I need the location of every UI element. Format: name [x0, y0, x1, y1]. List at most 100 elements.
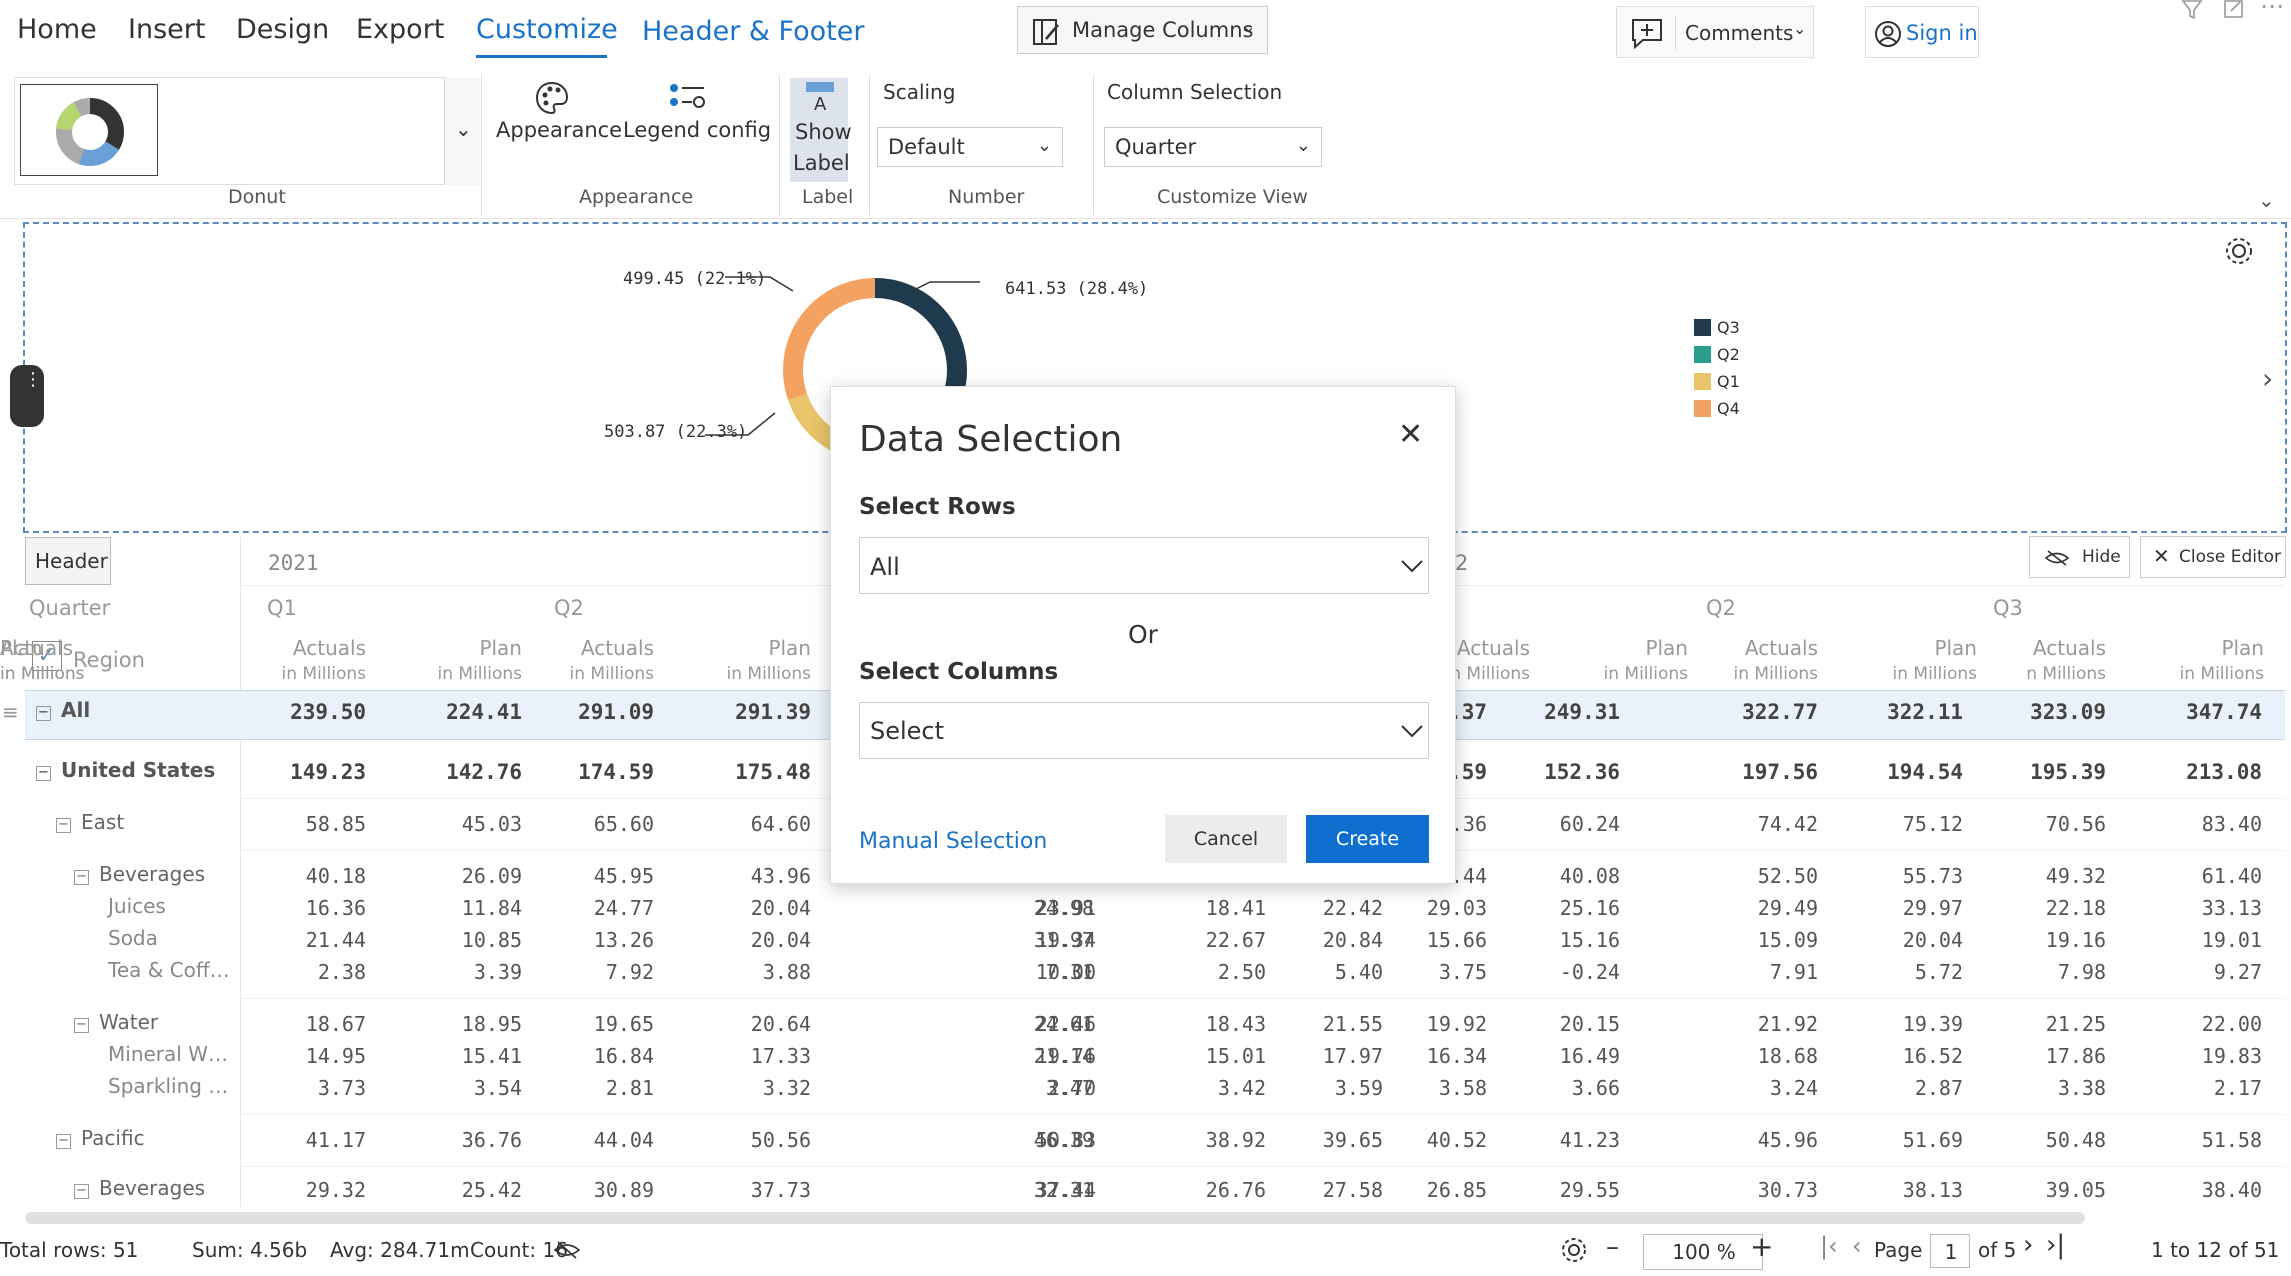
quarter-header-q1: Q1 — [267, 596, 297, 620]
tab-insert[interactable]: Insert — [128, 14, 205, 45]
legend-item-q2[interactable]: Q2 — [1694, 345, 1740, 364]
customize-view-group-label: Customize View — [1157, 186, 1308, 208]
legend-item-q4[interactable]: Q4 — [1694, 399, 1740, 418]
average: Avg: 284.71m — [330, 1238, 470, 1262]
chart-settings-gear-icon[interactable] — [2222, 234, 2256, 268]
scaling-title: Scaling — [883, 80, 956, 104]
sign-in-button[interactable]: Sign in — [1865, 6, 1979, 58]
row-divider — [240, 1166, 2285, 1167]
gallery-expand-button[interactable]: ⌄ — [444, 77, 480, 185]
zoom-in-button[interactable]: + — [1750, 1230, 1773, 1263]
legend-label: Q1 — [1717, 372, 1740, 391]
ribbon-separator — [1093, 75, 1094, 215]
grid-cell[interactable]: 33.13 — [0, 896, 2262, 920]
ribbon-bottom-border — [0, 218, 2291, 219]
grid-cell[interactable]: 19.83 — [0, 1044, 2262, 1068]
legend-swatch — [1694, 346, 1711, 363]
tab-export[interactable]: Export — [356, 14, 444, 45]
sign-in-label: Sign in — [1906, 21, 1978, 45]
select-rows-dropdown[interactable]: All — [859, 537, 1429, 594]
grid-cell[interactable]: 51.58 — [0, 1128, 2262, 1152]
legend-swatch — [1694, 373, 1711, 390]
palette-icon — [535, 81, 569, 115]
next-page-icon[interactable]: › — [2023, 1230, 2033, 1260]
dialog-close-icon[interactable]: ✕ — [1398, 417, 1423, 452]
select-columns-dropdown[interactable]: Select — [859, 702, 1429, 759]
svg-text:A: A — [814, 94, 827, 114]
sum: Sum: 4.56b — [192, 1238, 308, 1262]
add-comment-icon[interactable] — [1629, 16, 1665, 50]
manage-columns-icon — [1033, 19, 1059, 45]
legend-label: Q2 — [1717, 345, 1740, 364]
grid-cell[interactable]: 38.40 — [0, 1178, 2262, 1202]
comments-button[interactable]: Comments — [1685, 21, 1793, 45]
collapse-ribbon-icon[interactable]: ⌄ — [2258, 188, 2275, 212]
tab-design[interactable]: Design — [236, 14, 329, 45]
page-count: of 5 — [1978, 1238, 2017, 1262]
appearance-label: Appearance — [496, 118, 623, 142]
prev-page-icon[interactable]: ‹ — [1852, 1232, 1862, 1260]
active-tab-underline — [476, 55, 607, 58]
ribbon-separator — [481, 75, 482, 215]
chevron-down-icon: ⌄ — [1295, 135, 1311, 156]
legend-config-icon — [670, 84, 705, 108]
page-value: 1 — [1944, 1240, 1958, 1264]
page-label: Page — [1874, 1238, 1923, 1262]
total-rows: Total rows: 51 — [0, 1238, 139, 1262]
first-page-icon[interactable]: |‹ — [1820, 1232, 1838, 1260]
legend-config-button[interactable]: Legend config — [620, 78, 771, 150]
chart-drag-handle[interactable]: ⋮ — [10, 365, 44, 427]
quarter-row-header: Quarter — [29, 596, 111, 620]
grid-cell[interactable]: 19.01 — [0, 928, 2262, 952]
legend-item-q3[interactable]: Q3 — [1694, 318, 1740, 337]
quarter-header-q2: Q2 — [554, 596, 584, 620]
column-selection-value: Quarter — [1115, 135, 1197, 159]
cancel-button[interactable]: Cancel — [1165, 815, 1287, 863]
tab-home[interactable]: Home — [17, 14, 97, 45]
grid-cell[interactable]: 9.27 — [0, 960, 2262, 984]
column-header-unit: in Millions — [0, 664, 85, 684]
scaling-select[interactable]: Default ⌄ — [877, 127, 1063, 167]
manual-selection-link[interactable]: Manual Selection — [859, 829, 1047, 854]
legend-label: Q4 — [1717, 399, 1740, 418]
year-header-2022: 2 — [1455, 551, 1469, 575]
row-divider — [240, 1114, 2285, 1115]
quarter-header-q3-2022: Q3 — [1993, 596, 2023, 620]
grid-cell[interactable]: 2.17 — [0, 1076, 2262, 1100]
ribbon-separator — [779, 75, 780, 215]
expand-icon[interactable] — [2222, 0, 2246, 20]
header-tab[interactable]: Header — [25, 537, 111, 585]
more-options-icon[interactable]: ⋯ — [2260, 0, 2284, 20]
zoom-out-button[interactable]: – — [1606, 1232, 1619, 1262]
horizontal-scrollbar[interactable] — [25, 1212, 2085, 1224]
column-header-plan[interactable]: Plan — [0, 636, 43, 660]
number-group-label: Number — [948, 186, 1025, 208]
chevron-down-icon: ⌄ — [455, 117, 472, 141]
column-selection-select[interactable]: Quarter ⌄ — [1104, 127, 1322, 167]
manage-columns-label: Manage Columns — [1072, 18, 1254, 42]
data-label-q1: 503.87 (22.3%) — [604, 422, 748, 442]
donut-chart-thumbnail[interactable] — [20, 84, 158, 176]
show-label-toggle[interactable]: A Show Label — [790, 78, 852, 182]
chart-next-arrow-icon[interactable]: › — [2262, 362, 2273, 395]
header-tab-label: Header — [35, 549, 108, 573]
appearance-button[interactable]: Appearance — [494, 78, 622, 150]
filter-icon[interactable] — [2180, 0, 2204, 20]
select-columns-label: Select Columns — [859, 659, 1059, 685]
settings-gear-icon[interactable] — [1558, 1234, 1590, 1266]
last-page-icon[interactable]: ›| — [2046, 1230, 2065, 1260]
manage-columns-button[interactable]: Manage Columns ⌄ — [1017, 6, 1268, 54]
tab-header-footer[interactable]: Header & Footer — [642, 16, 864, 47]
legend-swatch — [1694, 319, 1711, 336]
page-input[interactable]: 1 — [1930, 1234, 1970, 1268]
close-editor-button[interactable]: ✕ Close Editor — [2140, 536, 2286, 578]
quarter-header-q2-2022: Q2 — [1706, 596, 1736, 620]
grid-cell[interactable]: 22.00 — [0, 1012, 2262, 1036]
tab-customize[interactable]: Customize — [476, 14, 618, 45]
eye-slash-icon[interactable] — [553, 1240, 581, 1260]
create-button[interactable]: Create — [1306, 815, 1429, 863]
appearance-group-label: Appearance — [579, 186, 694, 208]
hide-button[interactable]: Hide — [2029, 536, 2130, 578]
zoom-input[interactable]: 100 % — [1643, 1234, 1763, 1270]
legend-item-q1[interactable]: Q1 — [1694, 372, 1740, 391]
